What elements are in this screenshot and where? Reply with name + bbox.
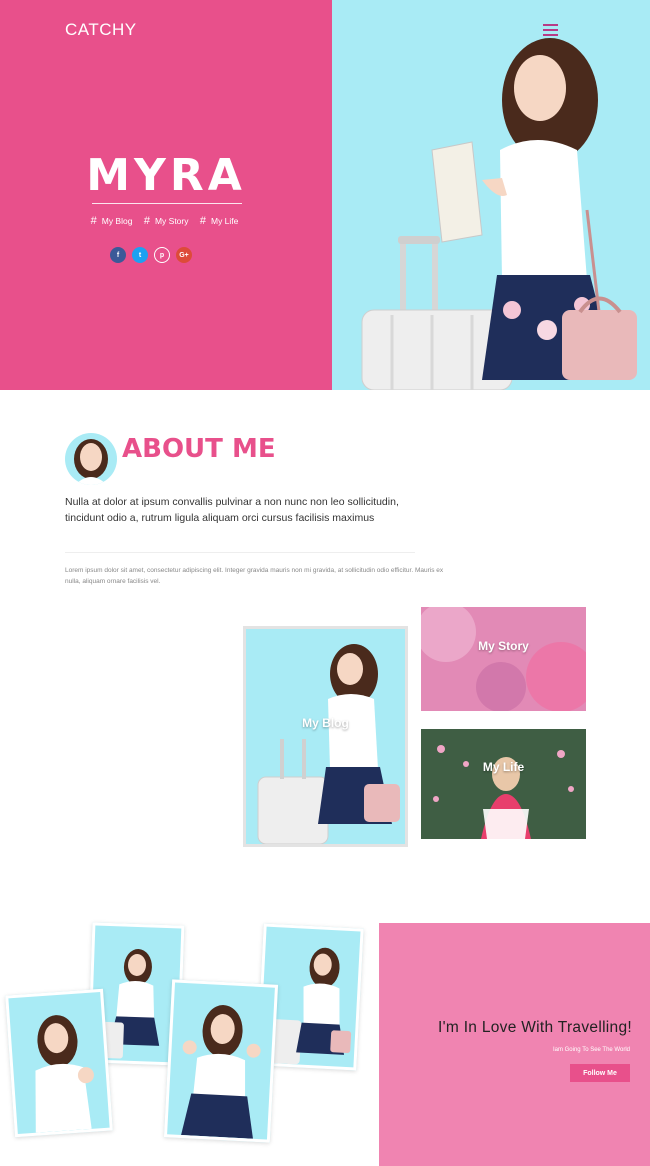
about-lead-text: Nulla at dolor at ipsum convallis pulvin… [65, 496, 399, 524]
my-blog-label: My Blog [302, 716, 349, 730]
hero-section: CATCHY MYRA # My Blog # My Story # My Life … [0, 0, 650, 390]
tag-my-blog[interactable]: # My Blog [91, 215, 136, 227]
travel-subtitle: Iam Going To See The World [552, 1047, 630, 1053]
hero-pink-panel: CATCHY MYRA # My Blog # My Story # My Life … [0, 0, 332, 390]
follow-me-button[interactable]: Follow Me [570, 1064, 630, 1082]
pinterest-icon[interactable]: p [154, 247, 170, 263]
story-card-illustration [421, 607, 586, 711]
social-links: f t p G+ [110, 247, 192, 263]
photo-collage-item [163, 979, 279, 1143]
my-story-card[interactable]: My Story [421, 607, 586, 711]
tag-my-life[interactable]: # My Life [200, 215, 242, 227]
google-plus-icon[interactable]: G+ [176, 247, 192, 263]
travel-panel: I'm In Love With Travelling! Iam Going T… [379, 923, 650, 1166]
about-title: ABOUT ME [122, 434, 276, 464]
blog-card-illustration [257, 644, 400, 844]
my-blog-card[interactable]: My Blog [243, 626, 408, 847]
travel-title: I'm In Love With Travelling! [438, 1019, 632, 1036]
my-life-label: My Life [482, 760, 525, 774]
my-life-card[interactable]: My Life [421, 729, 586, 839]
photo-collage-item [5, 988, 113, 1138]
twitter-icon[interactable]: t [132, 247, 148, 263]
about-divider [65, 552, 415, 553]
hero-title: MYRA [86, 150, 246, 201]
hero-photo [332, 0, 650, 390]
about-body-text: Lorem ipsum dolor sit amet, consectetur … [65, 567, 444, 585]
about-avatar [65, 433, 117, 485]
my-story-label: My Story [478, 639, 529, 653]
hero-divider [92, 203, 242, 204]
hero-tags: # My Blog # My Story # My Life [0, 215, 332, 227]
life-card-illustration [421, 729, 586, 839]
facebook-icon[interactable]: f [110, 247, 126, 263]
tag-my-story[interactable]: # My Story [144, 215, 192, 227]
brand-logo[interactable]: CATCHY [65, 20, 137, 40]
hamburger-menu-icon[interactable] [543, 24, 558, 36]
traveler-illustration [361, 38, 637, 390]
